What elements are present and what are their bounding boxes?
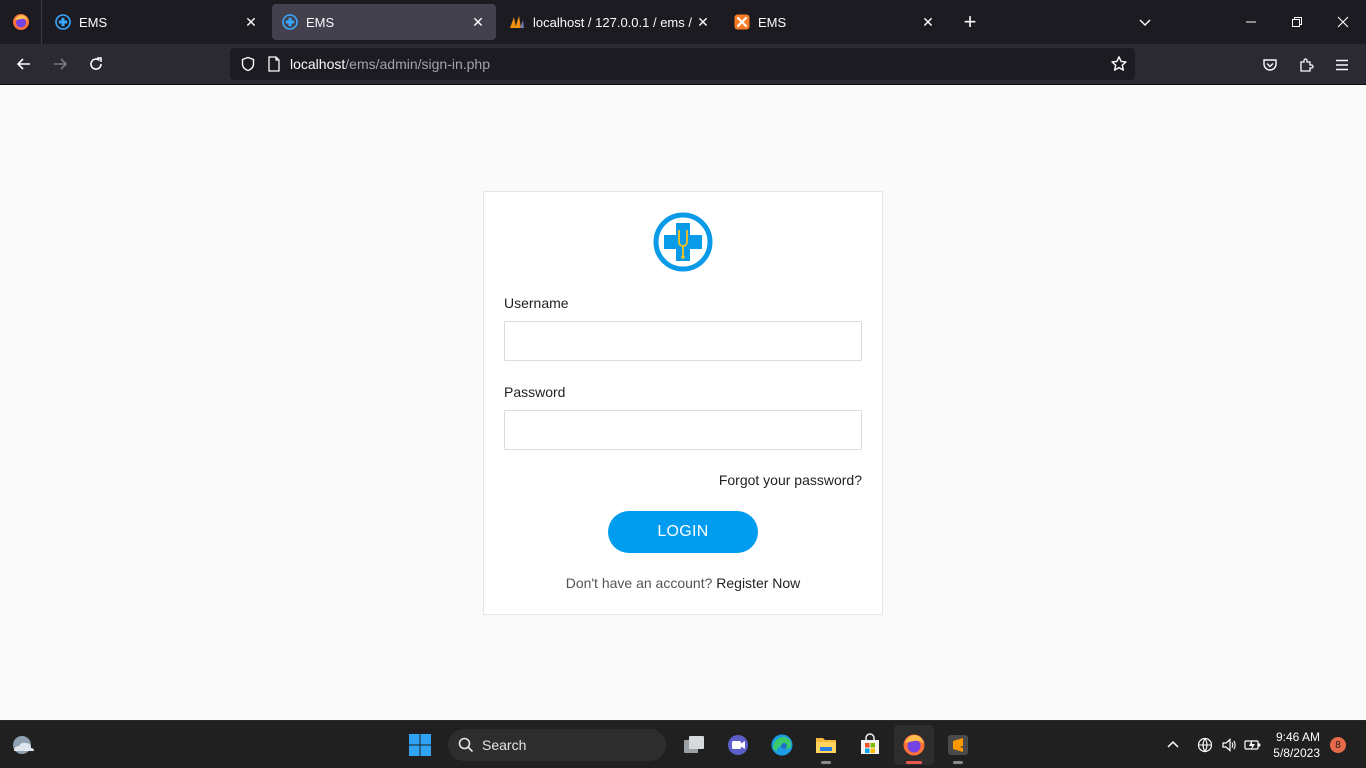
system-tray: 9:46 AM 5/8/2023 8 bbox=[1161, 721, 1366, 768]
tab-strip: EMS ✕ EMS ✕ localhost / 127.0.0.1 / ems … bbox=[0, 0, 1366, 44]
password-input[interactable] bbox=[504, 410, 862, 450]
close-icon bbox=[1337, 16, 1349, 28]
notification-badge[interactable]: 8 bbox=[1330, 737, 1346, 753]
running-indicator bbox=[821, 761, 831, 764]
globe-icon bbox=[1198, 737, 1213, 753]
clock[interactable]: 9:46 AM 5/8/2023 bbox=[1273, 729, 1320, 761]
firefox-view-button[interactable] bbox=[0, 0, 42, 44]
tab-phpmyadmin[interactable]: localhost / 127.0.0.1 / ems / adm ✕ bbox=[499, 4, 721, 40]
restore-icon bbox=[1292, 17, 1302, 27]
active-indicator bbox=[906, 761, 922, 764]
folder-icon bbox=[816, 738, 836, 753]
microsoft-store-button[interactable] bbox=[850, 725, 890, 765]
show-hidden-icons-button[interactable] bbox=[1161, 733, 1185, 757]
register-now-link[interactable]: Register Now bbox=[716, 575, 800, 591]
speaker-icon bbox=[1222, 738, 1236, 752]
windows-logo-icon bbox=[409, 734, 431, 756]
language-button[interactable] bbox=[1193, 733, 1217, 757]
taskbar-search[interactable]: Search bbox=[448, 729, 666, 761]
tab-title: localhost / 127.0.0.1 / ems / adm bbox=[533, 14, 695, 30]
page-info-icon[interactable] bbox=[264, 54, 284, 74]
pocket-icon bbox=[1263, 58, 1277, 71]
reload-icon bbox=[90, 57, 102, 70]
username-label: Username bbox=[504, 295, 569, 311]
url-host: localhost bbox=[290, 56, 346, 72]
tab-title: EMS bbox=[79, 14, 108, 30]
forgot-password-link[interactable]: Forgot your password? bbox=[719, 472, 862, 488]
username-input[interactable] bbox=[504, 321, 862, 361]
ems-cross-icon bbox=[55, 14, 71, 30]
minimize-icon bbox=[1246, 21, 1256, 23]
password-label: Password bbox=[504, 384, 566, 400]
close-tab-icon[interactable]: ✕ bbox=[243, 14, 259, 30]
battery-button[interactable] bbox=[1241, 733, 1265, 757]
ems-logo-icon bbox=[653, 212, 713, 272]
pocket-button[interactable] bbox=[1252, 49, 1288, 81]
teams-chat-icon bbox=[728, 735, 748, 755]
start-button[interactable] bbox=[400, 725, 440, 765]
chevron-up-icon bbox=[1167, 740, 1179, 748]
extensions-button[interactable] bbox=[1288, 49, 1324, 81]
firefox-icon bbox=[903, 734, 925, 756]
weather-cloud-icon[interactable] bbox=[10, 733, 36, 757]
close-tab-icon[interactable]: ✕ bbox=[695, 14, 711, 30]
ems-cross-icon bbox=[282, 14, 298, 30]
forward-arrow-icon bbox=[54, 58, 68, 70]
forward-button[interactable] bbox=[42, 48, 78, 80]
close-tab-icon[interactable]: ✕ bbox=[920, 14, 936, 30]
xampp-icon bbox=[734, 14, 750, 30]
phpmyadmin-icon bbox=[510, 16, 524, 28]
firefox-icon bbox=[12, 14, 29, 30]
clock-time: 9:46 AM bbox=[1275, 730, 1320, 744]
tab-ems-2[interactable]: EMS ✕ bbox=[272, 4, 496, 40]
restore-button[interactable] bbox=[1274, 0, 1320, 44]
close-tab-icon[interactable]: ✕ bbox=[470, 14, 486, 30]
login-card: Username Password Forgot your password? … bbox=[483, 191, 883, 615]
windows-taskbar: Search 9:46 AM 5/8/2023 8 bbox=[0, 720, 1366, 768]
task-view-icon bbox=[684, 736, 704, 753]
volume-button[interactable] bbox=[1217, 733, 1241, 757]
bookmark-star-icon[interactable] bbox=[1109, 54, 1129, 74]
minimize-button[interactable] bbox=[1228, 0, 1274, 44]
clock-date: 5/8/2023 bbox=[1273, 746, 1320, 760]
tab-title: EMS bbox=[758, 14, 787, 30]
login-button[interactable]: LOGIN bbox=[608, 511, 758, 553]
url-path: /ems/admin/sign-in.php bbox=[345, 56, 491, 72]
tracking-shield-icon[interactable] bbox=[238, 54, 258, 74]
close-window-button[interactable] bbox=[1320, 0, 1366, 44]
reload-button[interactable] bbox=[78, 48, 114, 80]
store-bag-icon bbox=[861, 733, 879, 754]
navigation-toolbar: localhost/ems/admin/sign-in.php bbox=[0, 44, 1366, 85]
list-all-tabs-button[interactable] bbox=[1122, 0, 1168, 44]
sublime-text-icon bbox=[948, 735, 968, 755]
running-indicator bbox=[953, 761, 963, 764]
register-prompt: Don't have an account? Register Now bbox=[484, 575, 882, 591]
chevron-down-icon bbox=[1139, 19, 1151, 27]
register-prompt-text: Don't have an account? bbox=[565, 575, 713, 591]
tab-ems-1[interactable]: EMS ✕ bbox=[45, 4, 269, 40]
address-bar[interactable]: localhost/ems/admin/sign-in.php bbox=[230, 48, 1135, 80]
sublime-text-button[interactable] bbox=[938, 725, 978, 765]
search-label: Search bbox=[482, 737, 527, 753]
back-button[interactable] bbox=[6, 48, 42, 80]
file-explorer-button[interactable] bbox=[806, 725, 846, 765]
edge-button[interactable] bbox=[762, 725, 802, 765]
task-view-button[interactable] bbox=[674, 725, 714, 765]
firefox-taskbar-button[interactable] bbox=[894, 725, 934, 765]
back-arrow-icon bbox=[16, 58, 30, 70]
page-viewport: Username Password Forgot your password? … bbox=[0, 85, 1366, 720]
edge-browser-icon bbox=[771, 734, 793, 756]
search-icon bbox=[458, 737, 474, 753]
app-menu-button[interactable] bbox=[1324, 49, 1360, 81]
teams-chat-button[interactable] bbox=[718, 725, 758, 765]
battery-charging-icon bbox=[1244, 740, 1261, 750]
tab-title: EMS bbox=[306, 14, 335, 30]
puzzle-icon bbox=[1300, 57, 1314, 72]
hamburger-menu-icon bbox=[1336, 59, 1348, 70]
new-tab-button[interactable]: + bbox=[954, 6, 986, 38]
tab-xampp[interactable]: EMS ✕ bbox=[724, 4, 946, 40]
plus-icon: + bbox=[963, 9, 977, 34]
